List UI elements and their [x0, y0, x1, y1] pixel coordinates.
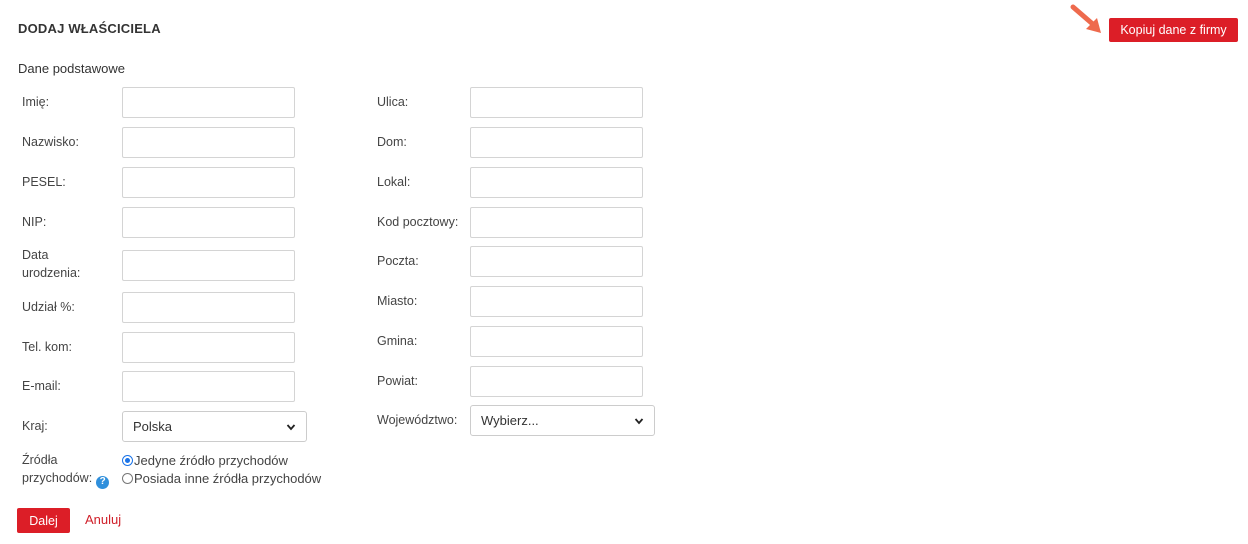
house-input[interactable]: [470, 127, 643, 158]
commune-label: Gmina:: [377, 334, 418, 348]
copy-company-data-button[interactable]: Kopiuj dane z firmy: [1109, 18, 1238, 42]
pesel-input[interactable]: [122, 167, 295, 198]
income-option-other[interactable]: Posiada inne źródła przychodów: [122, 469, 321, 487]
county-label: Powiat:: [377, 374, 418, 388]
voivodeship-select[interactable]: Wybierz...: [470, 405, 655, 436]
birth-date-input[interactable]: [122, 250, 295, 281]
country-label: Kraj:: [22, 419, 48, 433]
share-label: Udział %:: [22, 300, 75, 314]
birth-date-label: Data urodzenia:: [22, 248, 81, 280]
post-office-label: Poczta:: [377, 254, 419, 268]
nip-label: NIP:: [22, 215, 47, 229]
help-icon[interactable]: ?: [96, 475, 110, 489]
postal-code-input[interactable]: [470, 207, 643, 238]
first-name-label: Imię:: [22, 95, 50, 109]
apartment-input[interactable]: [470, 167, 643, 198]
commune-input[interactable]: [470, 326, 643, 357]
last-name-input[interactable]: [122, 127, 295, 158]
chevron-down-icon: [634, 417, 644, 424]
street-label: Ulica:: [377, 95, 409, 109]
voivodeship-label: Województwo:: [377, 413, 458, 427]
postal-code-label: Kod pocztowy:: [377, 215, 459, 229]
radio-selected-icon[interactable]: [122, 454, 133, 466]
county-input[interactable]: [470, 366, 643, 397]
apartment-label: Lokal:: [377, 175, 411, 189]
country-selected-value: Polska: [133, 419, 173, 434]
nip-input[interactable]: [122, 207, 295, 238]
page-title: DODAJ WŁAŚCICIELA: [18, 21, 161, 36]
country-select[interactable]: Polska: [122, 411, 307, 442]
last-name-label: Nazwisko:: [22, 135, 79, 149]
city-input[interactable]: [470, 286, 643, 317]
income-sources-label: Źródła przychodów:?: [22, 451, 110, 489]
house-label: Dom:: [377, 135, 407, 149]
voivodeship-selected-value: Wybierz...: [481, 413, 539, 428]
first-name-input[interactable]: [122, 87, 295, 118]
email-label: E-mail:: [22, 379, 61, 393]
post-office-input[interactable]: [470, 246, 643, 277]
mobile-input[interactable]: [122, 332, 295, 363]
section-title: Dane podstawowe: [18, 61, 125, 76]
radio-unselected-icon[interactable]: [122, 472, 133, 484]
chevron-down-icon: [286, 423, 296, 430]
mobile-label: Tel. kom:: [22, 340, 73, 354]
income-option-single[interactable]: Jedyne źródło przychodów: [122, 451, 321, 469]
cancel-link[interactable]: Anuluj: [85, 512, 121, 527]
pesel-label: PESEL:: [22, 175, 66, 189]
next-button[interactable]: Dalej: [17, 508, 70, 533]
city-label: Miasto:: [377, 294, 418, 308]
email-input[interactable]: [122, 371, 295, 402]
pointer-arrow-icon: [1070, 4, 1101, 33]
income-radio-group: Jedyne źródło przychodów Posiada inne źr…: [122, 451, 321, 487]
street-input[interactable]: [470, 87, 643, 118]
share-input[interactable]: [122, 292, 295, 323]
